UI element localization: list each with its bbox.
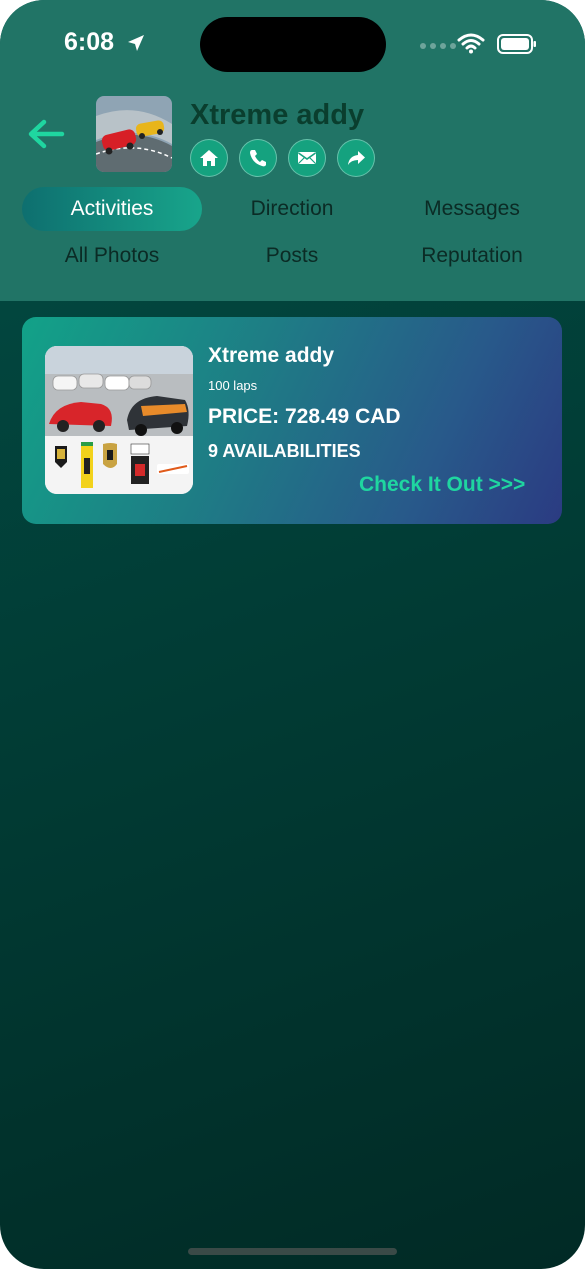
home-icon	[200, 150, 218, 166]
tab-direction[interactable]: Direction	[202, 187, 382, 231]
location-arrow-icon	[128, 35, 144, 51]
home-indicator[interactable]	[188, 1248, 397, 1255]
wifi-icon	[457, 33, 485, 54]
mail-icon	[298, 152, 316, 164]
app-screen: 6:08 Xtreme addy Activities Direction Me…	[0, 0, 585, 1269]
tab-reputation[interactable]: Reputation	[382, 234, 562, 278]
phone-icon	[250, 150, 266, 167]
share-button[interactable]	[337, 139, 375, 177]
email-button[interactable]	[288, 139, 326, 177]
dynamic-island	[200, 17, 386, 72]
header: 6:08 Xtreme addy Activities Direction Me…	[0, 0, 585, 301]
status-time: 6:08	[64, 28, 115, 56]
tab-posts[interactable]: Posts	[202, 234, 382, 278]
share-icon	[348, 151, 365, 165]
battery-icon	[497, 34, 536, 54]
check-it-out-link[interactable]: Check It Out >>>	[359, 473, 525, 497]
activity-price: PRICE: 728.49 CAD	[208, 405, 401, 428]
activity-card[interactable]: Xtreme addy 100 laps PRICE: 728.49 CAD 9…	[22, 317, 562, 524]
tab-messages[interactable]: Messages	[382, 187, 562, 231]
tab-all-photos[interactable]: All Photos	[22, 234, 202, 278]
home-button[interactable]	[190, 139, 228, 177]
tab-activities[interactable]: Activities	[22, 187, 202, 231]
activity-subtitle: 100 laps	[208, 378, 258, 393]
activity-availability: 9 AVAILABILITIES	[208, 441, 361, 461]
call-button[interactable]	[239, 139, 277, 177]
back-arrow-icon[interactable]	[26, 118, 66, 150]
supercars-image	[45, 346, 193, 494]
page-title: Xtreme addy	[190, 99, 365, 131]
activity-thumbnail	[45, 346, 193, 494]
signal-icon	[420, 43, 456, 49]
activity-title: Xtreme addy	[208, 344, 335, 367]
avatar	[96, 96, 172, 172]
race-track-image	[96, 96, 172, 172]
